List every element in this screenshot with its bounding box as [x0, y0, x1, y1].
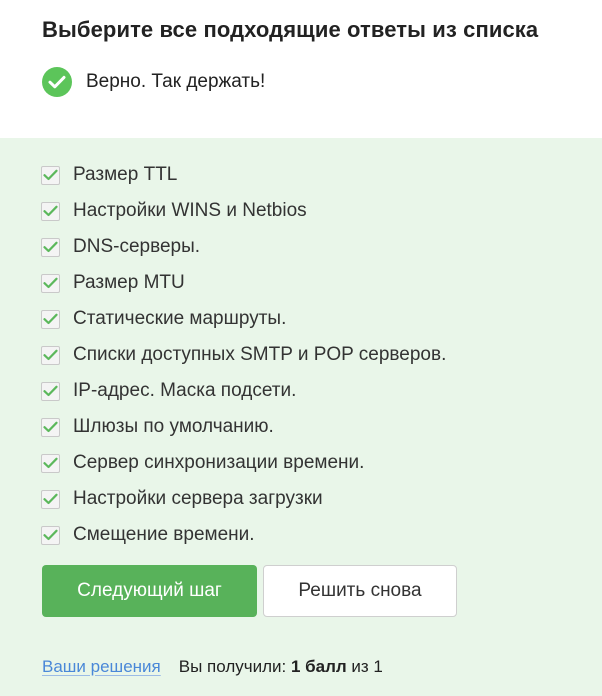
options-list: Размер TTL Настройки WINS и Netbios DNS-се…	[41, 157, 446, 553]
result-status: Верно. Так держать!	[42, 67, 265, 97]
checkbox[interactable]	[41, 525, 60, 545]
option-item[interactable]: Смещение времени.	[41, 517, 446, 553]
option-label: Сервер синхронизации времени.	[73, 452, 365, 473]
solve-again-button[interactable]: Решить снова	[263, 565, 457, 617]
score-prefix: Вы получили:	[178, 657, 291, 676]
action-buttons: Следующий шаг Решить снова	[42, 565, 457, 617]
checkmark-icon	[43, 385, 58, 397]
option-label: Размер TTL	[73, 164, 178, 185]
checkbox[interactable]	[41, 417, 60, 437]
checkbox[interactable]	[41, 165, 60, 185]
option-item[interactable]: Сервер синхронизации времени.	[41, 445, 446, 481]
option-label: DNS-серверы.	[73, 236, 201, 257]
checkmark-icon	[43, 421, 58, 433]
option-item[interactable]: IP-адрес. Маска подсети.	[41, 373, 446, 409]
checkbox[interactable]	[41, 381, 60, 401]
checkmark-icon	[43, 241, 58, 253]
option-item[interactable]: Статические маршруты.	[41, 301, 446, 337]
checkmark-icon	[43, 493, 58, 505]
status-message: Верно. Так держать!	[86, 71, 266, 92]
score-suffix: из 1	[346, 657, 383, 676]
checkmark-icon	[43, 349, 58, 361]
option-label: Настройки сервера загрузки	[73, 488, 323, 509]
option-label: IP-адрес. Маска подсети.	[73, 380, 297, 401]
checkbox[interactable]	[41, 489, 60, 509]
your-solutions-link[interactable]: Ваши решения	[42, 657, 161, 677]
option-item[interactable]: Размер TTL	[41, 157, 446, 193]
checkmark-icon	[43, 457, 58, 469]
score-value: 1 балл	[290, 657, 347, 676]
checkmark-icon	[43, 529, 58, 541]
checkbox[interactable]	[41, 453, 60, 473]
score-text: Вы получили: 1 балл из 1	[179, 657, 383, 677]
option-label: Настройки WINS и Netbios	[73, 200, 307, 221]
question-title: Выберите все подходящие ответы из списка	[42, 17, 539, 42]
option-item[interactable]: Шлюзы по умолчанию.	[41, 409, 446, 445]
option-item[interactable]: Настройки WINS и Netbios	[41, 193, 446, 229]
checkmark-icon	[43, 169, 58, 181]
checkbox[interactable]	[41, 237, 60, 257]
check-circle-icon	[42, 67, 72, 97]
checkmark-icon	[43, 205, 58, 217]
option-label: Списки доступных SMTP и POP серверов.	[73, 344, 447, 365]
option-item[interactable]: DNS-серверы.	[41, 229, 446, 265]
checkmark-icon	[43, 277, 58, 289]
option-item[interactable]: Размер MTU	[41, 265, 446, 301]
checkbox[interactable]	[41, 201, 60, 221]
option-label: Статические маршруты.	[73, 308, 287, 329]
checkbox[interactable]	[41, 273, 60, 293]
footer: Ваши решения Вы получили: 1 балл из 1	[42, 657, 383, 677]
question-header: Выберите все подходящие ответы из списка…	[0, 0, 602, 138]
answer-panel: Размер TTL Настройки WINS и Netbios DNS-се…	[0, 138, 602, 696]
option-item[interactable]: Настройки сервера загрузки	[41, 481, 446, 517]
checkbox[interactable]	[41, 309, 60, 329]
option-label: Размер MTU	[73, 272, 185, 293]
checkmark-icon	[43, 313, 58, 325]
next-step-button[interactable]: Следующий шаг	[42, 565, 257, 617]
option-label: Шлюзы по умолчанию.	[73, 416, 274, 437]
checkbox[interactable]	[41, 345, 60, 365]
option-label: Смещение времени.	[73, 524, 255, 545]
option-item[interactable]: Списки доступных SMTP и POP серверов.	[41, 337, 446, 373]
